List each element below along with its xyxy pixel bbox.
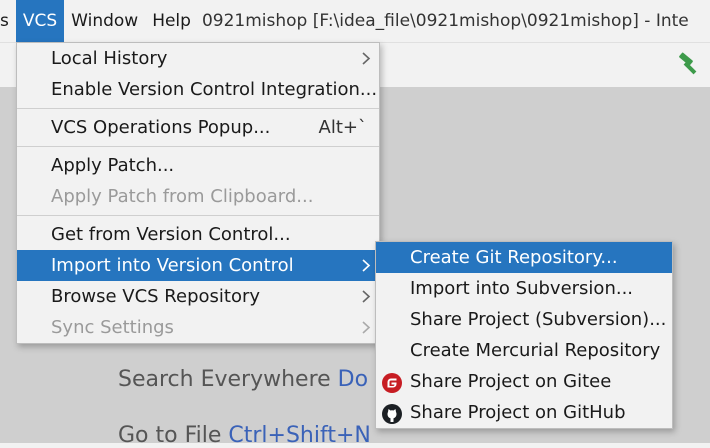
menu-item-vcs-operations-popup[interactable]: VCS Operations Popup... Alt+` [17,112,379,143]
github-icon [382,403,402,424]
import-vc-submenu: Create Git Repository... Import into Sub… [375,241,673,429]
menu-item-apply-patch-clipboard: Apply Patch from Clipboard... [17,181,379,212]
hint-search-shortcut: Do [337,367,369,392]
menu-item-browse-vcs-repo[interactable]: Browse VCS Repository [17,281,379,312]
menu-help[interactable]: Help [145,0,198,42]
menu-item-label: Browse VCS Repository [51,286,261,307]
hint-search-label: Search Everywhere [118,367,338,392]
menu-item-label: Local History [51,48,168,69]
menu-item-local-history[interactable]: Local History [17,43,379,74]
menu-item-import-into-vc[interactable]: Import into Version Control [17,250,379,281]
submenu-item-share-subversion[interactable]: Share Project (Subversion)... [376,304,672,335]
menu-item-label: Import into Subversion... [410,278,634,299]
submenu-item-import-subversion[interactable]: Import into Subversion... [376,273,672,304]
chevron-right-icon [359,281,373,312]
menu-bar: s VCS Window Help 0921mishop [F:\idea_fi… [0,0,710,42]
chevron-right-icon [359,312,373,343]
hint-goto-shortcut: Ctrl+Shift+N [228,423,371,448]
window-title: 0921mishop [F:\idea_file\0921mishop\0921… [201,11,689,31]
hint-go-to-file: Go to File Ctrl+Shift+N [118,423,371,448]
menu-item-label: Sync Settings [51,317,174,338]
menu-item-label: VCS Operations Popup... [51,117,271,138]
menu-item-get-from-vc[interactable]: Get from Version Control... [17,219,379,250]
menu-separator [17,108,379,109]
menu-item-label: Create Git Repository... [410,247,618,268]
chevron-right-icon [359,250,373,281]
menu-item-label: Share Project on Gitee [410,371,612,392]
menu-item-enable-vci[interactable]: Enable Version Control Integration... [17,74,379,105]
menu-item-label: Enable Version Control Integration... [51,79,378,100]
menu-item-shortcut: Alt+` [318,117,367,138]
hint-search-everywhere: Search Everywhere Do [118,367,368,392]
menu-window[interactable]: Window [64,0,145,42]
menu-item-apply-patch[interactable]: Apply Patch... [17,150,379,181]
submenu-item-share-github[interactable]: Share Project on GitHub [376,397,672,428]
menu-item-label: Share Project (Subversion)... [410,309,667,330]
menu-vcs[interactable]: VCS [15,0,65,42]
menu-separator [17,215,379,216]
submenu-item-share-gitee[interactable]: Share Project on Gitee [376,366,672,397]
menu-item-label: Create Mercurial Repository [410,340,661,361]
build-hammer-icon[interactable] [676,51,702,77]
menu-item-sync-settings: Sync Settings [17,312,379,343]
menu-partial-item[interactable]: s [0,0,16,42]
menu-item-label: Get from Version Control... [51,224,291,245]
hint-goto-label: Go to File [118,423,229,448]
menu-item-label: Apply Patch from Clipboard... [51,186,314,207]
submenu-item-create-mercurial[interactable]: Create Mercurial Repository [376,335,672,366]
menu-separator [17,146,379,147]
submenu-item-create-git-repo[interactable]: Create Git Repository... [376,242,672,273]
menu-item-label: Share Project on GitHub [410,402,626,423]
vcs-dropdown-menu: Local History Enable Version Control Int… [16,42,380,344]
chevron-right-icon [359,43,373,74]
menu-item-label: Apply Patch... [51,155,175,176]
menu-item-label: Import into Version Control [51,255,294,276]
gitee-icon [382,372,402,393]
